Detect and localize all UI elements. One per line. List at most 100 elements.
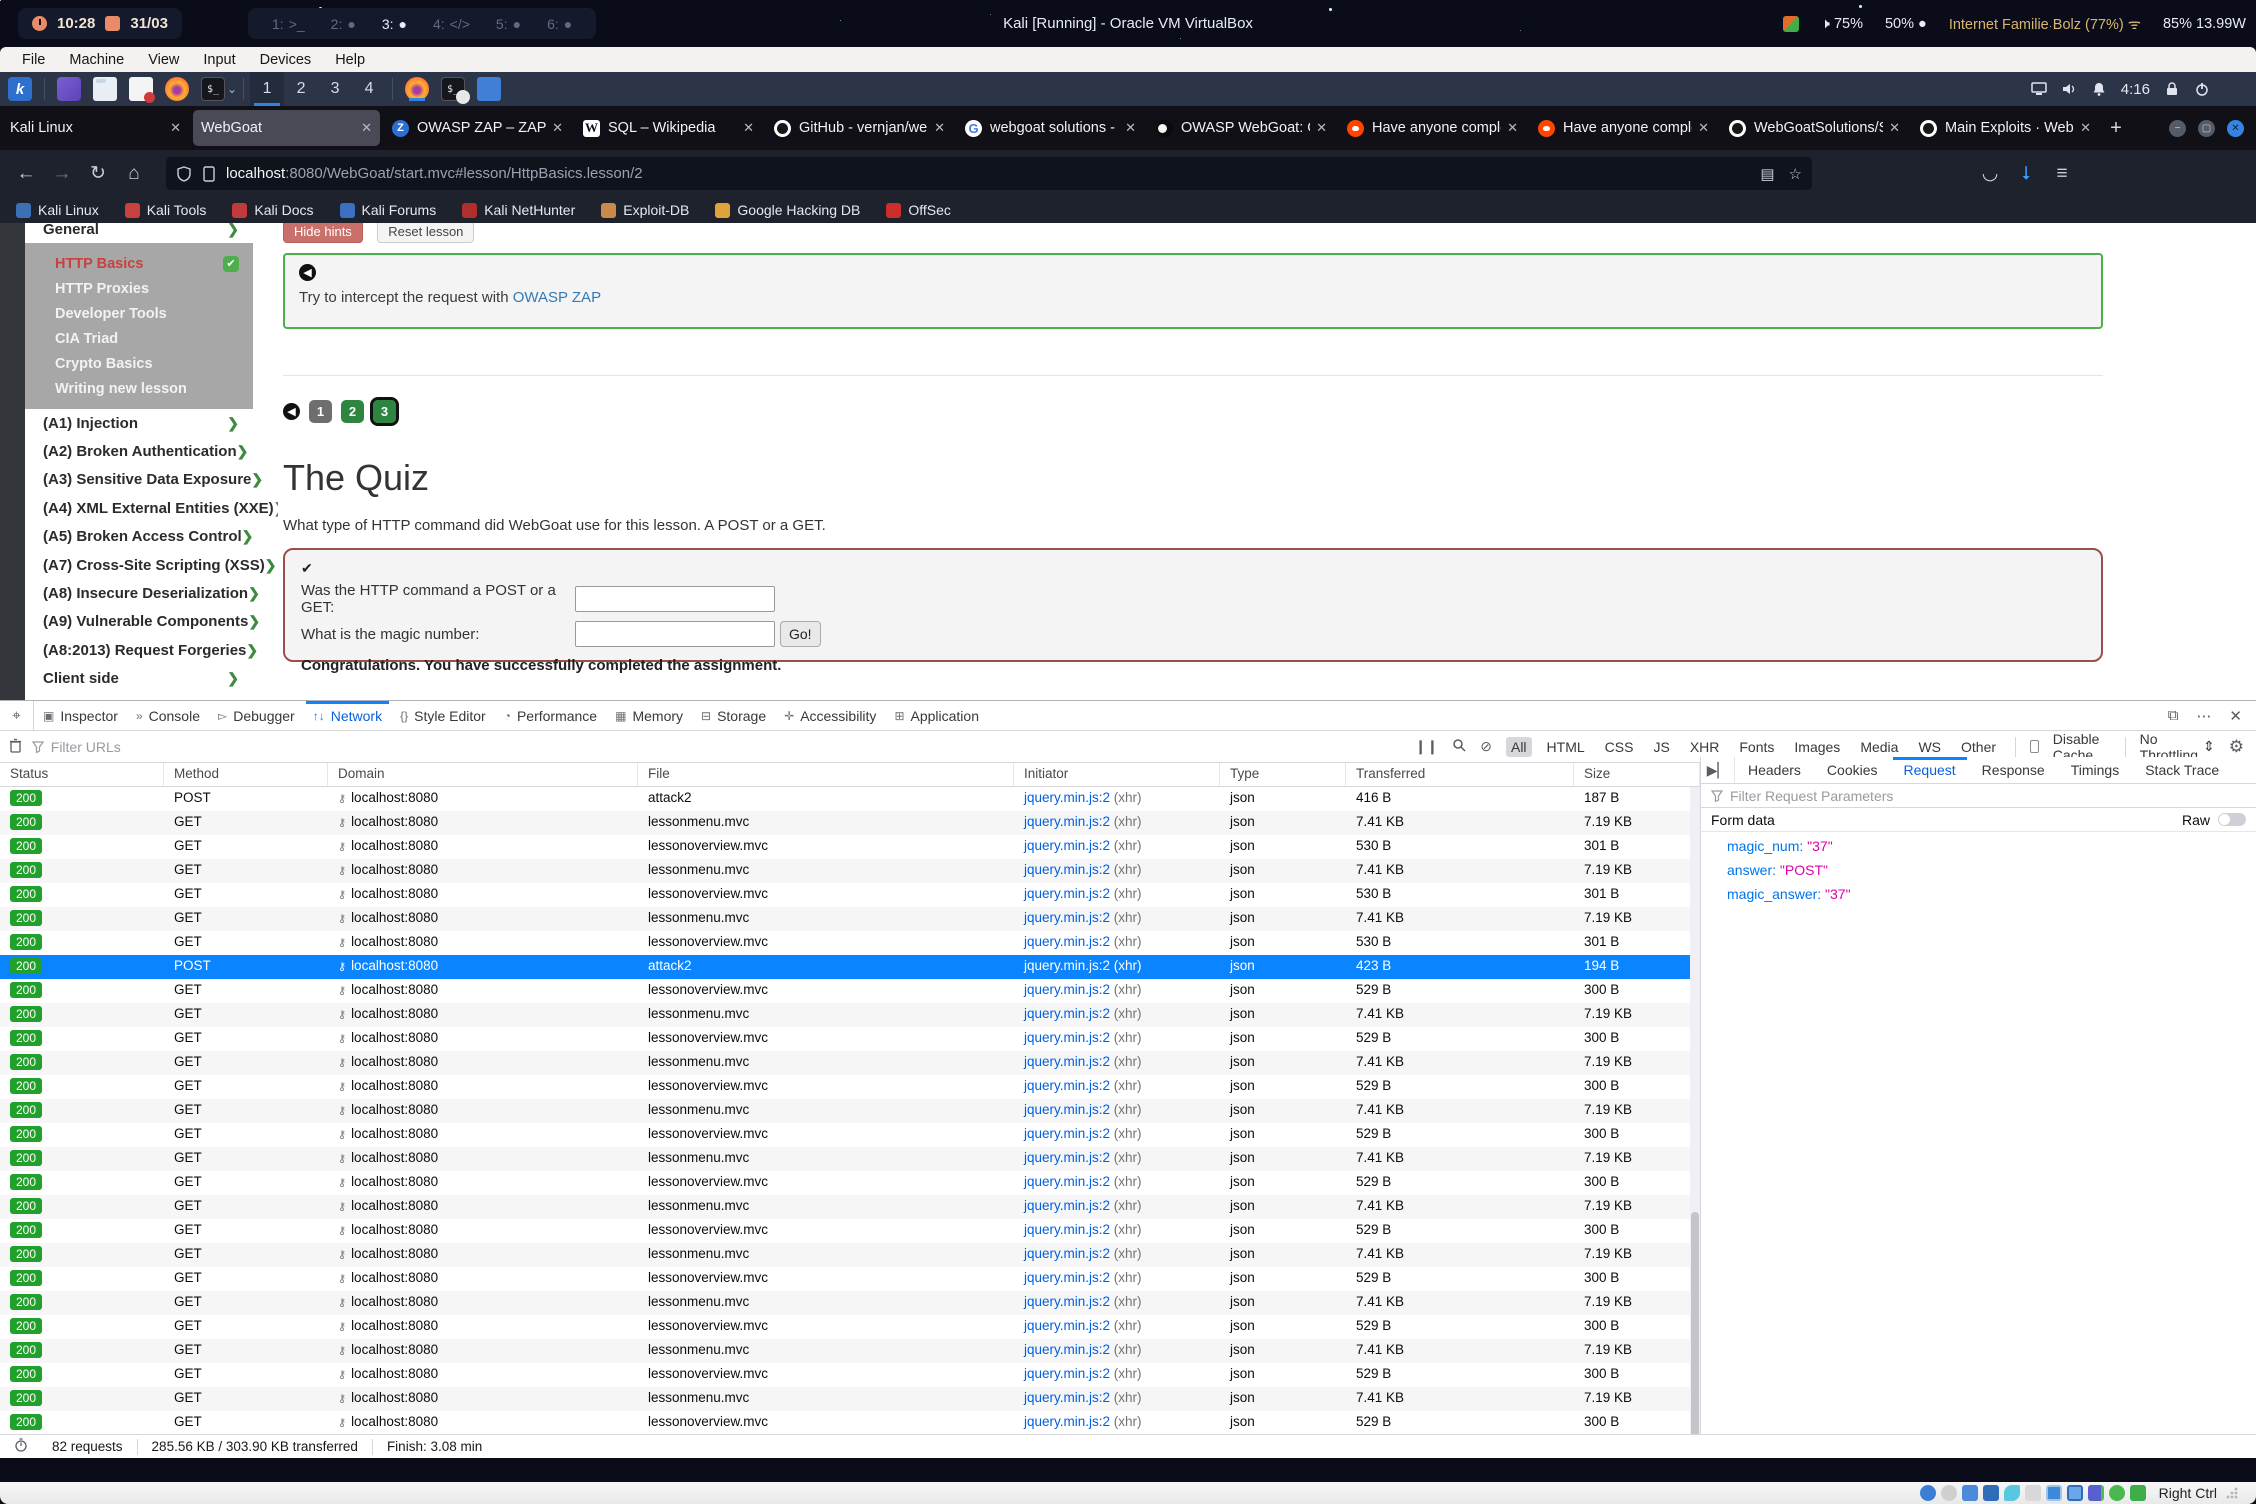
form-data-param[interactable]: answer: "POST" xyxy=(1701,856,2256,880)
tray-app-icon[interactable] xyxy=(1783,16,1799,32)
bookmark-item[interactable]: Kali Linux xyxy=(16,202,99,218)
sidebar-lesson-item[interactable]: CIA Triad xyxy=(25,326,253,351)
network-request-row[interactable]: 200POST⚷localhost:8080attack2jquery.min.… xyxy=(0,787,1700,811)
initiator-link[interactable]: jquery.min.js:2 xyxy=(1024,1342,1110,1357)
network-request-row[interactable]: 200POST⚷localhost:8080attack2jquery.min.… xyxy=(0,955,1700,979)
search-icon[interactable] xyxy=(1452,738,1466,755)
network-request-row[interactable]: 200GET⚷localhost:8080lessonmenu.mvcjquer… xyxy=(0,1003,1700,1027)
bookmark-item[interactable]: Kali Tools xyxy=(125,202,207,218)
column-header-initiator[interactable]: Initiator xyxy=(1014,763,1220,786)
page-button-3[interactable]: 3 xyxy=(373,400,396,423)
network-request-row[interactable]: 200GET⚷localhost:8080lessonoverview.mvcj… xyxy=(0,1219,1700,1243)
network-request-row[interactable]: 200GET⚷localhost:8080lessonoverview.mvcj… xyxy=(0,1267,1700,1291)
network-request-row[interactable]: 200GET⚷localhost:8080lessonoverview.mvcj… xyxy=(0,979,1700,1003)
reset-lesson-button[interactable]: Reset lesson xyxy=(377,223,474,243)
devtools-tab-performance[interactable]: ◔Performance xyxy=(495,701,606,730)
sidebar-category-item[interactable]: (A5) Broken Access Control❯ xyxy=(25,523,253,551)
details-tab-headers[interactable]: Headers xyxy=(1735,757,1814,783)
tab-close-icon[interactable]: ✕ xyxy=(1316,120,1327,136)
initiator-link[interactable]: jquery.min.js:2 xyxy=(1024,1174,1110,1189)
devtools-tab-memory[interactable]: ▦Memory xyxy=(606,701,692,730)
network-request-row[interactable]: 200GET⚷localhost:8080lessonoverview.mvcj… xyxy=(0,931,1700,955)
pocket-icon[interactable]: ◡ xyxy=(1972,162,2008,185)
sidebar-category-item[interactable]: (A8:2013) Request Forgeries❯ xyxy=(25,636,253,664)
devtools-tab-debugger[interactable]: ▻Debugger xyxy=(209,701,304,730)
type-filter-other[interactable]: Other xyxy=(1956,737,2001,757)
hide-hints-button[interactable]: Hide hints xyxy=(283,223,363,243)
initiator-link[interactable]: jquery.min.js:2 xyxy=(1024,1390,1110,1405)
vm-sharedfolders-icon[interactable] xyxy=(2025,1485,2041,1501)
initiator-link[interactable]: jquery.min.js:2 xyxy=(1024,1030,1110,1045)
terminal-window-button[interactable]: $_ 3 xyxy=(441,77,465,101)
block-icon[interactable]: ⊘ xyxy=(1480,738,1492,755)
vm-recording-icon[interactable] xyxy=(2067,1485,2083,1501)
vm-network-icon[interactable] xyxy=(1983,1485,1999,1501)
details-tab-response[interactable]: Response xyxy=(1969,757,2058,783)
vbox-menu-view[interactable]: View xyxy=(136,49,191,71)
taskbar-workspace-3[interactable]: 3 xyxy=(318,72,352,106)
form-data-section-header[interactable]: Form data Raw xyxy=(1701,808,2256,832)
tab-close-icon[interactable]: ✕ xyxy=(2080,120,2091,136)
text-editor-icon[interactable] xyxy=(129,77,153,101)
notification-bell-icon[interactable] xyxy=(2091,81,2107,97)
lock-icon[interactable] xyxy=(2164,81,2180,97)
power-icon[interactable] xyxy=(2194,81,2210,97)
vm-usb-icon[interactable] xyxy=(2004,1485,2020,1501)
devtools-tab-accessibility[interactable]: ✛Accessibility xyxy=(775,701,885,730)
pick-element-icon[interactable]: ⌖ xyxy=(0,701,34,730)
devtools-tab-storage[interactable]: ⊟Storage xyxy=(692,701,775,730)
network-request-row[interactable]: 200GET⚷localhost:8080lessonmenu.mvcjquer… xyxy=(0,811,1700,835)
network-request-row[interactable]: 200GET⚷localhost:8080lessonmenu.mvcjquer… xyxy=(0,1099,1700,1123)
initiator-link[interactable]: jquery.min.js:2 xyxy=(1024,1198,1110,1213)
details-tab-request[interactable]: Request xyxy=(1891,757,1969,783)
reload-button[interactable]: ↻ xyxy=(80,162,116,185)
vm-features-icon[interactable] xyxy=(2088,1485,2104,1501)
network-request-row[interactable]: 200GET⚷localhost:8080lessonoverview.mvcj… xyxy=(0,1075,1700,1099)
sidebar-category-item[interactable]: (A9) Vulnerable Components❯ xyxy=(25,608,253,636)
browser-tab[interactable]: WebGoatSolutions/S✕ xyxy=(1721,110,1908,146)
vm-opticaldisk-icon[interactable] xyxy=(1941,1485,1957,1501)
host-workspace[interactable]: 6:● xyxy=(547,16,572,32)
vbox-menu-machine[interactable]: Machine xyxy=(57,49,136,71)
initiator-link[interactable]: jquery.min.js:2 xyxy=(1024,1366,1110,1381)
network-table-scrollbar[interactable] xyxy=(1690,787,1700,1434)
vbox-menu-input[interactable]: Input xyxy=(191,49,247,71)
vm-display-icon[interactable] xyxy=(2046,1485,2062,1501)
network-request-row[interactable]: 200GET⚷localhost:8080lessonoverview.mvcj… xyxy=(0,1123,1700,1147)
collapse-panel-icon[interactable]: ▶▏ xyxy=(1701,757,1735,783)
app-launcher-icon[interactable] xyxy=(57,77,81,101)
sidebar-category-item[interactable]: Challenges❯ xyxy=(25,693,253,700)
host-workspace[interactable]: 4:</> xyxy=(433,16,470,32)
initiator-link[interactable]: jquery.min.js:2 xyxy=(1024,1222,1110,1237)
vbox-menu-file[interactable]: File xyxy=(10,49,57,71)
disable-cache-checkbox[interactable] xyxy=(2030,740,2039,753)
network-request-row[interactable]: 200GET⚷localhost:8080lessonmenu.mvcjquer… xyxy=(0,1291,1700,1315)
initiator-link[interactable]: jquery.min.js:2 xyxy=(1024,790,1110,805)
previous-hint-icon[interactable]: ◀ xyxy=(299,264,316,281)
tab-close-icon[interactable]: ✕ xyxy=(1507,120,1518,136)
resize-grip[interactable] xyxy=(2226,1487,2238,1499)
tab-close-icon[interactable]: ✕ xyxy=(1698,120,1709,136)
initiator-link[interactable]: jquery.min.js:2 xyxy=(1024,1270,1110,1285)
q2-answer-input[interactable] xyxy=(575,621,775,647)
network-settings-gear-icon[interactable]: ⚙ xyxy=(2229,737,2244,757)
tab-close-icon[interactable]: ✕ xyxy=(552,120,563,136)
initiator-link[interactable]: jquery.min.js:2 xyxy=(1024,1078,1110,1093)
initiator-link[interactable]: jquery.min.js:2 xyxy=(1024,886,1110,901)
bookmark-star-icon[interactable]: ☆ xyxy=(1789,165,1802,183)
network-request-row[interactable]: 200GET⚷localhost:8080lessonoverview.mvcj… xyxy=(0,1027,1700,1051)
browser-tab[interactable]: Have anyone comple✕ xyxy=(1530,110,1717,146)
browser-tab[interactable]: ZOWASP ZAP – ZAP i✕ xyxy=(384,110,571,146)
sidebar-lesson-item[interactable]: Writing new lesson xyxy=(25,376,253,401)
filter-request-parameters-input[interactable]: Filter Request Parameters xyxy=(1701,784,2256,808)
type-filter-ws[interactable]: WS xyxy=(1913,737,1946,757)
raw-toggle-switch[interactable] xyxy=(2218,813,2246,826)
type-filter-media[interactable]: Media xyxy=(1855,737,1903,757)
requests-count[interactable]: 82 requests xyxy=(38,1439,137,1454)
q1-answer-input[interactable] xyxy=(575,586,775,612)
initiator-link[interactable]: jquery.min.js:2 xyxy=(1024,982,1110,997)
column-header-domain[interactable]: Domain xyxy=(328,763,638,786)
browser-tab[interactable]: Have anyone comple✕ xyxy=(1339,110,1526,146)
sidebar-lesson-item[interactable]: Developer Tools xyxy=(25,301,253,326)
home-button[interactable]: ⌂ xyxy=(116,163,152,185)
